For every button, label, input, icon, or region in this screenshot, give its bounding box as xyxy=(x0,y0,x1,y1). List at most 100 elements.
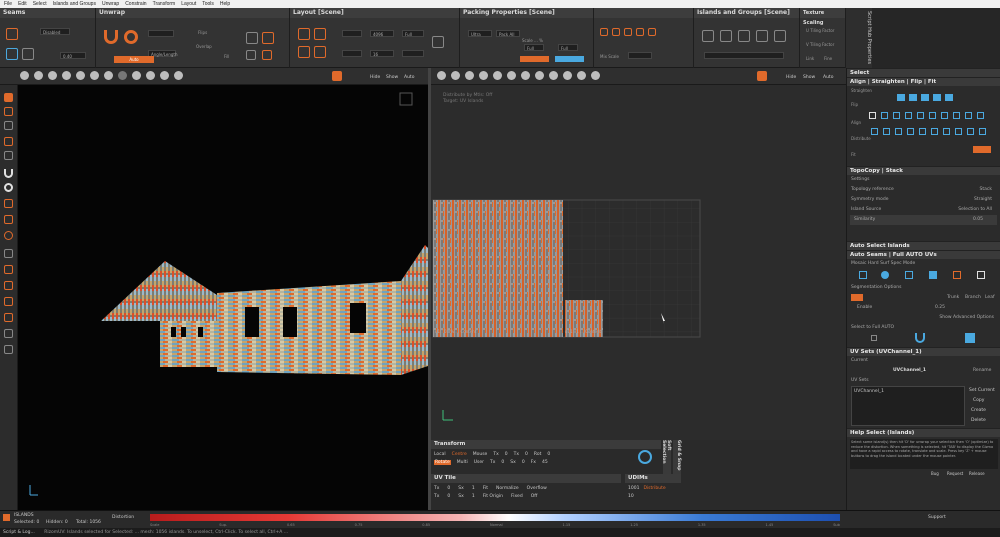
group-icon-3[interactable] xyxy=(738,30,750,42)
unwrap-arrow-icon[interactable] xyxy=(262,32,274,44)
uvtile-overflow[interactable]: Overflow xyxy=(527,486,547,491)
uvtile-sy-value[interactable]: 1 xyxy=(472,494,475,499)
unwrap-grid-icon[interactable] xyxy=(246,50,256,60)
weld-tool-icon[interactable] xyxy=(4,313,13,322)
menu-select[interactable]: Select xyxy=(33,1,47,7)
uvtile-fixed[interactable]: Fixed xyxy=(511,494,523,499)
straighten-icon-3[interactable] xyxy=(921,94,929,101)
uv-sphere-icon-2[interactable] xyxy=(451,71,460,80)
poly-icon[interactable] xyxy=(4,151,13,160)
lasso-icon[interactable] xyxy=(4,121,13,130)
bug-link[interactable]: Bug xyxy=(931,471,939,476)
shading-sphere-icon-1[interactable] xyxy=(20,71,29,80)
seams-cut-icon[interactable] xyxy=(6,28,18,40)
udims-value[interactable]: 1001 xyxy=(628,486,639,491)
layout-field-3[interactable] xyxy=(402,50,424,57)
auto-seams-header[interactable]: Auto Seams | Full AUTO UVs xyxy=(847,250,1000,259)
uv-sphere-icon-12[interactable] xyxy=(591,71,600,80)
shading-sphere-icon-5[interactable] xyxy=(76,71,85,80)
flip-icon-8[interactable] xyxy=(953,112,960,119)
uv-sphere-icon-8[interactable] xyxy=(535,71,544,80)
align-icon-6[interactable] xyxy=(931,128,938,135)
uv-sphere-icon-3[interactable] xyxy=(465,71,474,80)
transform-mouse[interactable]: Mouse xyxy=(473,452,488,457)
uv-rename-button[interactable]: Rename xyxy=(973,366,991,376)
flip-icon-10[interactable] xyxy=(977,112,984,119)
rotate-tool-icon[interactable] xyxy=(4,231,13,240)
menu-edit[interactable]: Edit xyxy=(18,1,27,7)
leaf-button[interactable]: Leaf xyxy=(985,293,995,303)
menu-tools[interactable]: Tools xyxy=(202,1,214,7)
straighten-icon-4[interactable] xyxy=(933,94,941,101)
shading-sphere-icon-11[interactable] xyxy=(160,71,169,80)
shading-sphere-icon-3[interactable] xyxy=(48,71,57,80)
release-link[interactable]: Release xyxy=(969,471,985,476)
uv-sphere-icon-5[interactable] xyxy=(493,71,502,80)
straighten-icon-2[interactable] xyxy=(909,94,917,101)
menu-unwrap[interactable]: Unwrap xyxy=(102,1,119,7)
uv-sphere-icon-11[interactable] xyxy=(577,71,586,80)
menu-layout[interactable]: Layout xyxy=(181,1,196,7)
request-link[interactable]: Request xyxy=(947,471,963,476)
packing-full-left[interactable]: Full xyxy=(524,44,544,51)
uvtile-normalize[interactable]: Normalize xyxy=(496,486,519,491)
viewport3d-show[interactable]: Show xyxy=(386,75,398,80)
viewportuv-auto[interactable]: Auto xyxy=(823,75,833,80)
flip-icon-2[interactable] xyxy=(881,112,888,119)
viewport3d-hide[interactable]: Hide xyxy=(370,75,380,80)
align-icon-5[interactable] xyxy=(919,128,926,135)
topo-island-source-value[interactable]: Selection to All xyxy=(958,205,992,215)
groups-field[interactable] xyxy=(704,52,784,59)
flip-icon-5[interactable] xyxy=(917,112,924,119)
uv-sphere-icon-10[interactable] xyxy=(563,71,572,80)
layout-padding-field[interactable]: 16 xyxy=(370,50,394,57)
align-header[interactable]: Align | Straighten | Flip | Fit xyxy=(847,77,1000,86)
grid-snap-tab[interactable]: Grid & Snap xyxy=(673,440,681,474)
layout-align-icon[interactable] xyxy=(314,46,326,58)
link-tool-icon[interactable] xyxy=(4,297,13,306)
flip-icon-7[interactable] xyxy=(941,112,948,119)
unwrap-magnet-tool-icon[interactable] xyxy=(4,169,13,178)
uv-sphere-icon-7[interactable] xyxy=(521,71,530,80)
soft-selection-tab[interactable]: Soft Selection xyxy=(661,440,671,474)
branch-button[interactable]: Branch xyxy=(965,293,981,303)
texture-fine-button[interactable]: Fine xyxy=(824,56,832,61)
segmentation-active-swatch[interactable] xyxy=(851,294,863,301)
flip-icon-4[interactable] xyxy=(905,112,912,119)
mix-scale-field[interactable] xyxy=(628,52,652,59)
group-icon-2[interactable] xyxy=(720,30,732,42)
layout-pack-icon[interactable] xyxy=(298,28,310,40)
uv-create-button[interactable]: Create xyxy=(971,408,986,413)
viewport3d-active-icon[interactable] xyxy=(332,71,342,81)
transform-tool-icon[interactable] xyxy=(4,199,13,208)
viewport-uv[interactable]: Distribute by Mtls: Off Target: UV Islan… xyxy=(431,85,846,440)
texture-link-button[interactable]: Link xyxy=(806,56,814,61)
align-icon-2[interactable] xyxy=(883,128,890,135)
group-icon-1[interactable] xyxy=(702,30,714,42)
mix-icon-1[interactable] xyxy=(600,28,608,36)
packing-quality-select[interactable]: Ultra xyxy=(468,30,492,37)
unwrap-pin-icon[interactable] xyxy=(246,32,258,44)
cut-tool-icon[interactable] xyxy=(4,329,13,338)
uv-sphere-icon-9[interactable] xyxy=(549,71,558,80)
seams-edge-icon[interactable] xyxy=(22,48,34,60)
select-tool-icon[interactable] xyxy=(4,93,13,102)
viewportuv-show[interactable]: Show xyxy=(803,75,815,80)
layout-stack-icon[interactable] xyxy=(298,46,310,58)
auto-seams-icon-1[interactable] xyxy=(859,271,867,279)
uv-copy-button[interactable]: Copy xyxy=(973,398,984,403)
transform-tx3-value[interactable]: 0 xyxy=(501,460,504,465)
auto-seams-icon-6[interactable] xyxy=(977,271,985,279)
uvtile-tx-value[interactable]: 0 xyxy=(447,486,450,491)
uvtile-fit-origin[interactable]: Fit Origin xyxy=(483,494,503,499)
auto-seams-icon-2[interactable] xyxy=(881,271,889,279)
hide-tool-icon[interactable] xyxy=(4,249,13,258)
nav-cube-icon[interactable] xyxy=(399,92,413,106)
viewport-3d[interactable] xyxy=(18,85,431,510)
group-icon-4[interactable] xyxy=(756,30,768,42)
transform-centre[interactable]: Centre xyxy=(452,452,467,457)
transform-user[interactable]: User xyxy=(474,460,484,465)
flip-icon-1[interactable] xyxy=(869,112,876,119)
uvtile-fit[interactable]: Fit xyxy=(483,486,488,491)
mix-icon-5[interactable] xyxy=(648,28,656,36)
